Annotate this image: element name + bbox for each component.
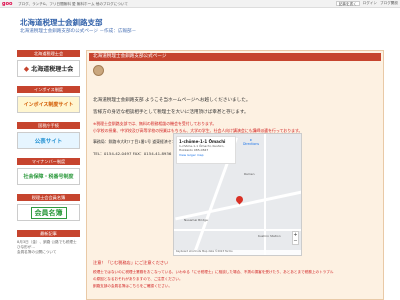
office-phone: TEL：0154-42-0497 FAX：0154-41-8936 — [93, 151, 172, 156]
sidebar-header-association: 北海道税理士会 — [17, 50, 80, 57]
news-list: 8月3日（金）、釧路 公路でも税理士ひな形が… 会員名簿の公開について — [17, 240, 80, 255]
publication-site-banner-label: 公表サイト — [34, 138, 63, 145]
login-link[interactable]: ログイン — [363, 1, 377, 6]
map-label: Ramen — [244, 172, 255, 176]
news-item[interactable]: 8月3日（金）、釧路 公路でも税理士ひな形が… — [17, 240, 80, 250]
sidebar-header-tax-agency: 国税庁手続 — [17, 122, 80, 129]
member-list-banner-label: 会員名簿 — [30, 206, 67, 219]
map-label: Nusamai Bridge — [184, 218, 208, 222]
warning-title: 注意！「じむ税務店」にご注意ください — [93, 260, 169, 265]
map-label: Kushiro Station — [258, 234, 281, 238]
news-item[interactable]: 会員名簿の公開について — [17, 250, 80, 255]
site-subtitle: 北海道税理士会釧路支部の公式ページ －作成：広報部－ — [20, 29, 137, 34]
sidebar: 北海道税理士会 ◆ 北海道税理士会 インボイス制度 インボイス制度サイト 国税庁… — [17, 50, 80, 255]
sidebar-header-my-number: マイナンバー制度 — [17, 158, 80, 165]
map-place-card: 1-chōme-1-1 Ōmachi 1-chōme-1-1 Ōmachi, K… — [176, 136, 236, 164]
association-logo-icon: ◆ — [23, 64, 30, 73]
promo-text[interactable]: ブログ、ランチ&、フリ日間無料 愛 無料ホーム 他のブログについて — [18, 2, 128, 7]
google-map[interactable]: 1-chōme-1-1 Ōmachi 1-chōme-1-1 Ōmachi, K… — [173, 133, 302, 256]
avatar — [93, 65, 104, 76]
zoom-control[interactable]: + − — [292, 231, 299, 245]
my-number-banner[interactable]: 社会保障・税番号制度 — [17, 168, 80, 185]
consultation-note: ※税理士会釧路支部では、無料の税務相談の機会を受付しております。 — [93, 121, 217, 126]
invoice-banner-label: インボイス制度サイト — [23, 102, 74, 108]
sidebar-header-invoice: インボイス制度 — [17, 86, 80, 93]
sidebar-header-member-list: 税理士会会員名簿 — [17, 194, 80, 201]
warning-text: 税理士ではないのに税理士業務をおこなっている、いわゆる「にせ税理士」に相談した場… — [93, 270, 334, 274]
intro-text: 皆様方の身近な相談相手として税理士を大いに活用頂けば幸甚と存じます。 — [93, 110, 249, 115]
member-list-banner[interactable]: 会員名簿 — [17, 204, 80, 221]
association-banner-label: 北海道税理士会 — [31, 66, 74, 73]
top-toolbar: goo ブログ、ランチ&、フリ日間無料 愛 無料ホーム 他のブログについて 記事… — [0, 0, 400, 8]
association-banner[interactable]: ◆ 北海道税理士会 — [17, 60, 80, 77]
greeting-text: 北海道税理士会釧路支部 ようこそ当ホームページへお越しくださいました。 — [93, 98, 251, 103]
open-blog-link[interactable]: ブログ開設 — [380, 1, 398, 6]
toolbar-right: 記事を書く ログイン ブログ開設 — [335, 1, 398, 6]
warning-text: の原因となるおそれがありますので、ご注意ください。 — [93, 277, 183, 281]
my-number-banner-label: 社会保障・税番号制度 — [23, 174, 74, 180]
sidebar-header-news: 最新記事 — [17, 230, 80, 237]
write-article-button[interactable]: 記事を書く — [335, 1, 360, 6]
view-larger-map-link[interactable]: View larger map — [179, 153, 233, 157]
site-title[interactable]: 北海道税理士会釧路支部 — [20, 17, 103, 28]
zoom-out-icon[interactable]: − — [293, 238, 298, 244]
publication-site-banner[interactable]: 公表サイト — [17, 132, 80, 149]
goo-logo[interactable]: goo — [2, 1, 12, 7]
member-list-note[interactable]: 釧路支部の会員名簿はこちらをご確認ください。 — [93, 284, 172, 289]
map-footer: Keyboard shortcuts Map data ©2023 Terms — [174, 250, 301, 255]
main-header: 北海道税理士会釧路支部公式ページ — [89, 53, 381, 61]
map-address-line: Hokkaido 085-0847 — [179, 148, 209, 152]
directions-button[interactable]: ➤ Directions — [242, 138, 260, 146]
invoice-banner[interactable]: インボイス制度サイト — [17, 96, 80, 113]
main-content: 北海道税理士会釧路支部公式ページ 北海道税理士会釧路支部 ようこそ当ホームページ… — [86, 50, 384, 300]
map-road — [174, 229, 301, 231]
directions-label: Directions — [242, 142, 260, 146]
